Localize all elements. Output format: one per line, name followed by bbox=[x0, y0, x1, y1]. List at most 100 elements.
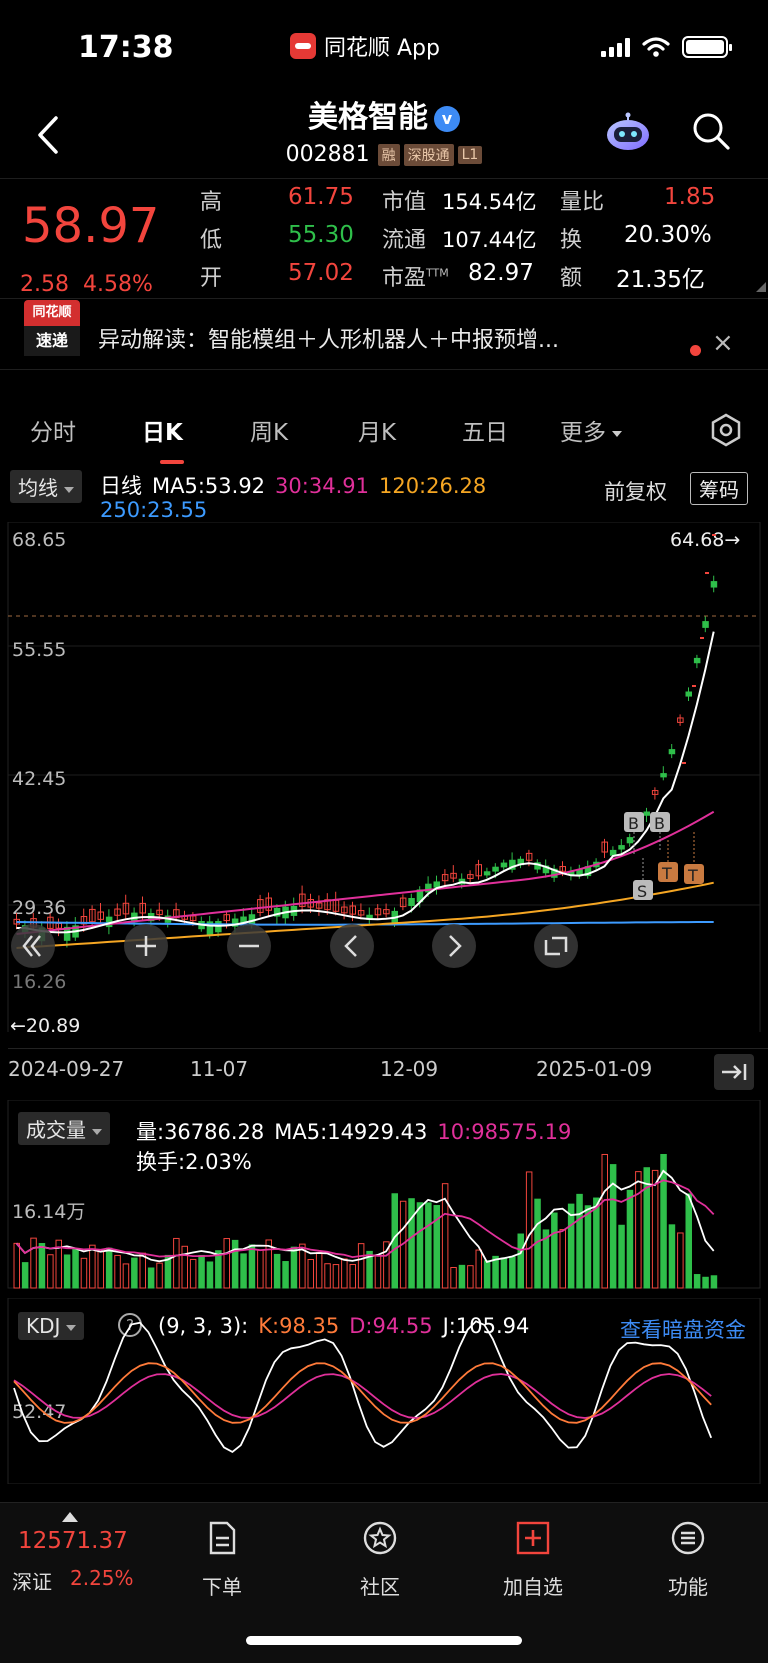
candle-body bbox=[500, 862, 508, 868]
quote-value-amount: 21.35亿 bbox=[616, 267, 705, 293]
tab-five-day[interactable]: 五日 bbox=[462, 413, 508, 447]
quote-label-turnover: 换 bbox=[560, 228, 583, 253]
ma-indicator-label: 均线 bbox=[18, 476, 58, 500]
volume-bar bbox=[240, 1253, 247, 1289]
volume-bar bbox=[290, 1246, 298, 1289]
candle-body bbox=[693, 657, 701, 664]
scroll-to-start-button[interactable] bbox=[11, 924, 55, 968]
nav-functions-label: 功能 bbox=[668, 1575, 708, 1599]
volume-bar bbox=[189, 1258, 197, 1289]
volume-bar bbox=[307, 1259, 314, 1289]
index-value[interactable]: 12571.37 bbox=[18, 1528, 128, 1554]
pan-left-button[interactable] bbox=[330, 924, 374, 968]
stock-name: 美格智能 bbox=[308, 100, 428, 135]
volume-bar bbox=[483, 1260, 491, 1289]
volume-bar bbox=[122, 1263, 130, 1289]
pan-right-button[interactable] bbox=[432, 924, 476, 968]
tab-intraday[interactable]: 分时 bbox=[30, 413, 76, 447]
volume-bar bbox=[357, 1243, 365, 1289]
volume-bar bbox=[576, 1193, 583, 1289]
index-percent[interactable]: 2.25% bbox=[70, 1566, 134, 1590]
tag-shenzhen-connect[interactable]: 深股通 bbox=[403, 143, 454, 166]
y-label-0: 68.65 bbox=[12, 529, 66, 551]
active-tab-indicator bbox=[160, 460, 184, 464]
volume-bars bbox=[13, 1153, 718, 1289]
volume-bar bbox=[105, 1247, 113, 1289]
adjust-mode-toggle[interactable]: 前复权 bbox=[604, 476, 667, 506]
tab-daily-k[interactable]: 日K bbox=[142, 413, 183, 447]
legend-ma5: MA5:53.92 bbox=[152, 474, 266, 498]
candle-body bbox=[712, 534, 716, 536]
volume-bar bbox=[47, 1254, 54, 1289]
fullscreen-button[interactable] bbox=[534, 924, 578, 968]
x-label-3: 2025-01-09 bbox=[536, 1057, 653, 1081]
tag-margin[interactable]: 融 bbox=[377, 143, 400, 166]
volume-bar bbox=[408, 1198, 415, 1289]
nav-community[interactable]: 社区 bbox=[330, 1520, 430, 1600]
volume-bar bbox=[248, 1244, 256, 1289]
nav-order[interactable]: 下单 bbox=[172, 1520, 272, 1600]
volume-bar bbox=[567, 1203, 575, 1289]
ai-assistant-robot-icon[interactable] bbox=[605, 112, 651, 152]
quote-label-amount: 额 bbox=[560, 266, 583, 291]
zoom-out-button[interactable] bbox=[227, 924, 271, 968]
news-close-button[interactable]: × bbox=[712, 328, 734, 358]
volume-bar bbox=[206, 1261, 214, 1289]
news-text[interactable]: 异动解读：智能模组＋人形机器人＋中报预增... bbox=[98, 322, 559, 354]
status-app-name: 同花顺 App bbox=[324, 36, 440, 61]
volume-bar bbox=[257, 1249, 264, 1289]
x-label-2: 12-09 bbox=[380, 1057, 439, 1081]
volume-bar bbox=[139, 1252, 146, 1289]
volume-chart[interactable]: 16.14万 bbox=[0, 1100, 768, 1290]
candle-body bbox=[618, 845, 625, 850]
candlestick-chart[interactable]: 68.65 55.55 42.45 29.36 16.26 64.68→ ←20… bbox=[0, 522, 768, 1032]
search-icon[interactable] bbox=[690, 110, 732, 152]
ma-indicator-selector[interactable]: 均线 bbox=[10, 470, 82, 503]
candle-body bbox=[702, 621, 709, 628]
quote-value-pe: 82.97 bbox=[468, 260, 534, 286]
wifi-icon bbox=[642, 37, 670, 57]
legend-period: 日线 bbox=[100, 474, 142, 498]
candle-body bbox=[433, 881, 440, 888]
volume-bar bbox=[198, 1254, 205, 1289]
tag-level1[interactable]: L1 bbox=[457, 145, 483, 164]
volume-bar bbox=[215, 1250, 222, 1289]
kdj-chart[interactable]: 52.47 bbox=[0, 1298, 768, 1484]
quote-label-vol-ratio: 量比 bbox=[560, 190, 605, 215]
last-price: 58.97 bbox=[22, 198, 160, 254]
nav-add-watchlist[interactable]: 加自选 bbox=[483, 1520, 583, 1600]
volume-bar bbox=[273, 1253, 281, 1289]
chip-distribution-button[interactable]: 筹码 bbox=[690, 472, 748, 505]
status-app-indicator[interactable]: 同花顺 App bbox=[290, 30, 440, 62]
x-label-0: 2024-09-27 bbox=[8, 1057, 125, 1081]
volume-bar bbox=[651, 1169, 659, 1289]
jump-to-latest-button[interactable] bbox=[714, 1054, 754, 1090]
quote-expand-corner-icon[interactable] bbox=[756, 282, 766, 292]
chart-settings-icon[interactable] bbox=[708, 412, 744, 448]
tab-monthly-k[interactable]: 月K bbox=[358, 413, 396, 447]
ma30-line bbox=[16, 810, 715, 935]
volume-bar bbox=[702, 1276, 709, 1289]
volume-bar bbox=[156, 1262, 163, 1289]
quote-label-open: 开 bbox=[200, 266, 223, 291]
quote-value-turnover: 20.30% bbox=[624, 222, 712, 248]
tab-weekly-k[interactable]: 周K bbox=[250, 413, 288, 447]
zoom-in-button[interactable] bbox=[124, 924, 168, 968]
volume-bar bbox=[89, 1244, 96, 1289]
candle-body bbox=[483, 871, 491, 876]
candle-body bbox=[660, 773, 667, 778]
volume-bar bbox=[131, 1257, 138, 1289]
signal-mark-t2: T bbox=[687, 866, 698, 885]
candle-body bbox=[240, 916, 247, 923]
volume-bar bbox=[341, 1258, 348, 1289]
candle-body bbox=[710, 581, 718, 588]
tab-more[interactable]: 更多 bbox=[560, 413, 622, 447]
index-name[interactable]: 深证 bbox=[12, 1566, 52, 1595]
signal-mark-b2: B bbox=[654, 814, 665, 833]
candle-body bbox=[685, 691, 692, 697]
volume-bar bbox=[349, 1264, 356, 1289]
volume-bar bbox=[147, 1267, 155, 1289]
change-percent: 4.58% bbox=[82, 272, 153, 297]
y-label-3: 29.36 bbox=[12, 897, 66, 919]
nav-functions[interactable]: 功能 bbox=[638, 1520, 738, 1600]
